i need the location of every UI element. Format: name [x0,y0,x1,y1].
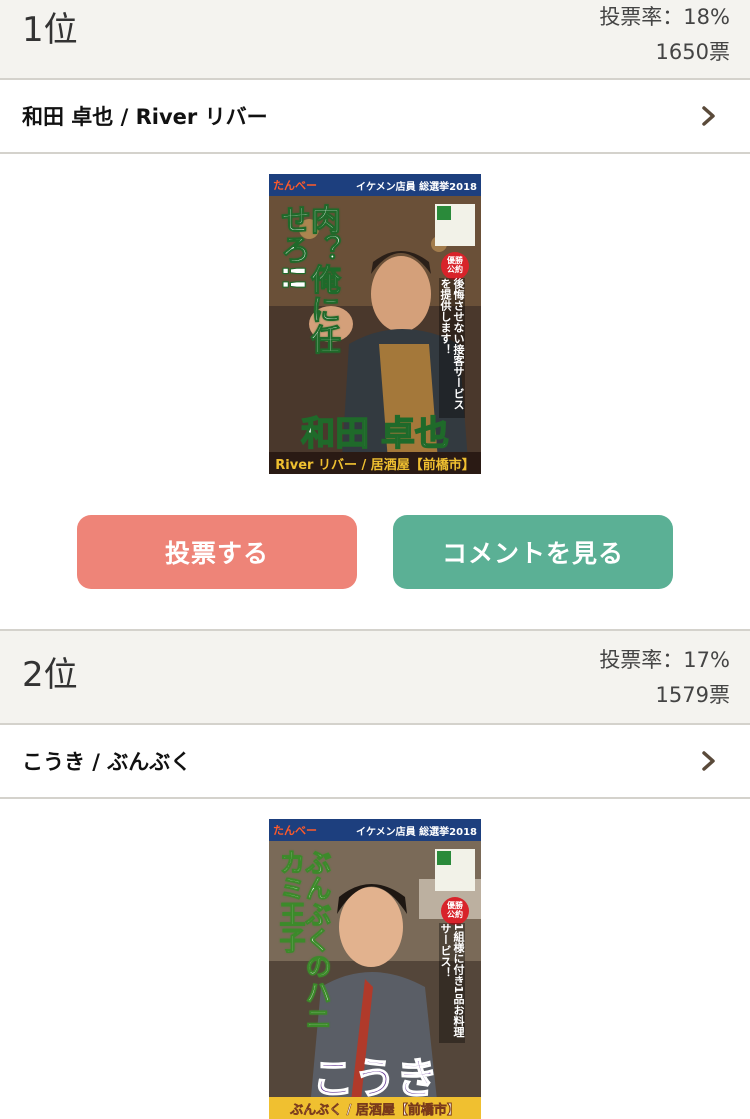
poster-pledge-badge: 優勝公約 [447,901,463,919]
chevron-right-icon [694,101,724,131]
poster-catchphrase: 肉？俺に任せろ!! [275,204,341,355]
candidate-name-row-2[interactable]: こうき / ぶんぶく [0,725,750,799]
view-comments-button[interactable]: コメントを見る [393,515,673,589]
poster-shop-bar: River リバー / 居酒屋【前橋市】 [269,452,481,474]
vote-count: 1579票 [655,683,730,707]
vote-rate: 投票率：18% [599,5,730,29]
poster-campaign: イケメン店員 総選挙2018 [355,826,477,838]
poster-shop: ぶんぶく / 居酒屋【前橋市】 [290,1102,460,1118]
poster-banner: たんべー イケメン店員 総選挙2018 [269,819,481,841]
vote-count: 1650票 [655,40,730,64]
poster-pledge-badge: 優勝公約 [447,256,463,274]
candidate-name-row-1[interactable]: 和田 卓也 / River リバー [0,80,750,154]
candidate-photo-area-2: たんべー イケメン店員 総選挙2018 ぶんぶくのハニカミ王子 優勝公約 1組様… [0,799,750,1119]
candidate-photo-area-1: たんべー イケメン店員 総選挙2018 肉？俺に任せろ!! 優勝公約 後悔させな… [0,154,750,474]
vote-stats: 投票率：17% 1579票 [599,643,730,713]
candidate-name: こうき / ぶんぶく [22,750,192,774]
poster-catchphrase: ぶんぶくのハニカミ王子 [275,849,332,1032]
poster-pledge: 後悔させない接客サービスを提供します！ [439,278,465,418]
chevron-right-icon [694,746,724,776]
poster-shop: River リバー / 居酒屋【前橋市】 [275,457,475,473]
vote-stats: 投票率：18% 1650票 [599,0,730,70]
candidate-name: 和田 卓也 / River リバー [22,105,268,129]
poster-display-name: 和田 卓也 [300,413,449,455]
poster-campaign: イケメン店員 総選挙2018 [355,181,477,193]
poster-logo: たんべー [273,179,317,192]
vote-rate: 投票率：17% [599,648,730,672]
poster-shop-bar: ぶんぶく / 居酒屋【前橋市】 [269,1097,481,1119]
rank-header-2: 2位 投票率：17% 1579票 [0,629,750,725]
candidate-poster[interactable]: たんべー イケメン店員 総選挙2018 ぶんぶくのハニカミ王子 優勝公約 1組様… [269,819,481,1119]
action-buttons-1: 投票する コメントを見る [0,474,750,589]
rank-label: 2位 [22,655,78,695]
poster-banner: たんべー イケメン店員 総選挙2018 [269,174,481,196]
rank-header-1: 1位 投票率：18% 1650票 [0,0,750,80]
candidate-poster[interactable]: たんべー イケメン店員 総選挙2018 肉？俺に任せろ!! 優勝公約 後悔させな… [269,174,481,474]
poster-logo: たんべー [273,824,317,837]
poster-pledge: 1組様に付き1品お料理サービス！ [439,923,465,1043]
rank-label: 1位 [22,10,78,50]
vote-button[interactable]: 投票する [77,515,357,589]
